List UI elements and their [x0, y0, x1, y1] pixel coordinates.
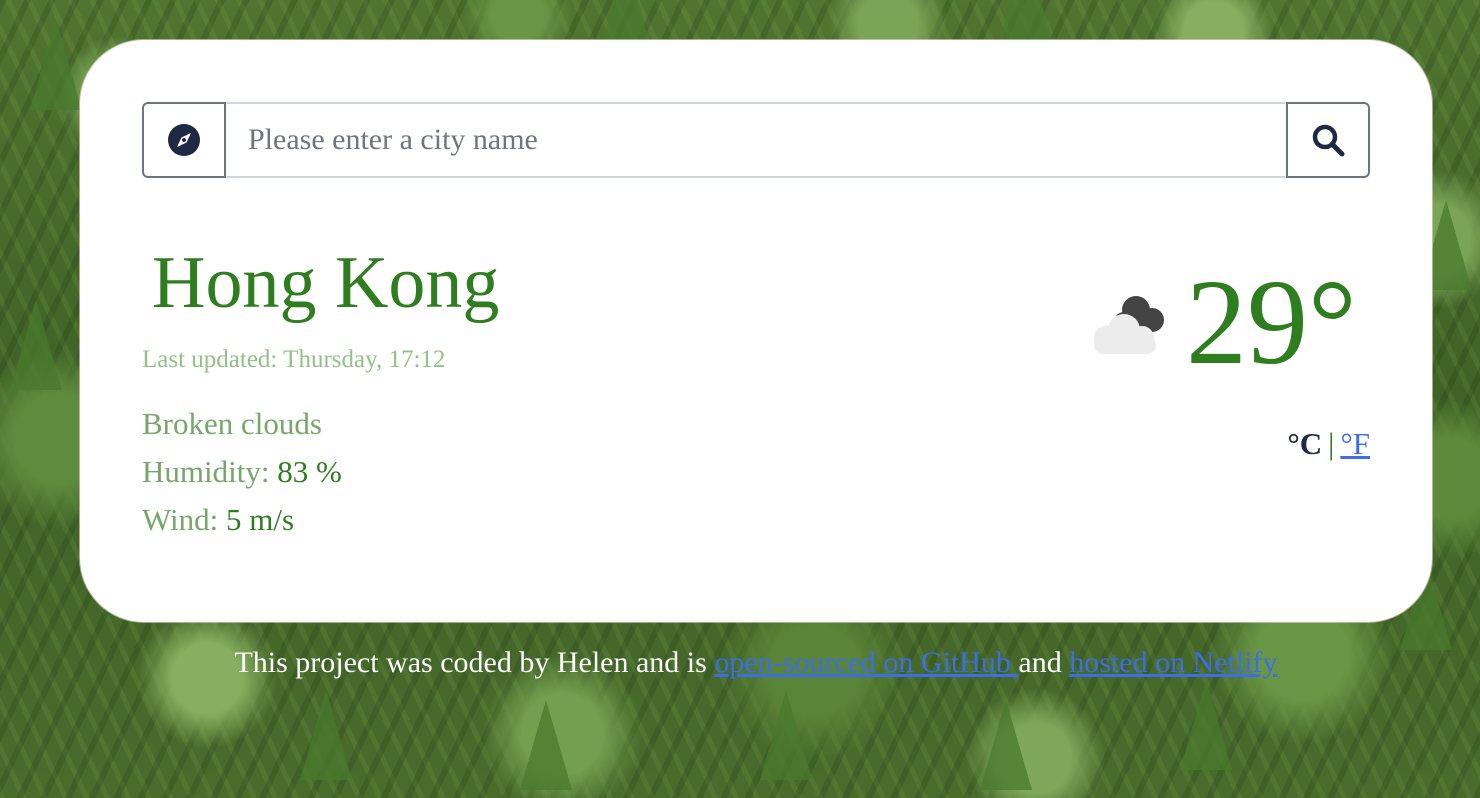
footer-text: This project was coded by Helen and is	[234, 646, 715, 679]
last-updated-time: Last updated: Thursday, 17:12	[142, 346, 446, 373]
weather-details: Broken clouds Humidity: 83 % Wind: 5 m/s	[142, 400, 342, 544]
humidity-value: 83 %	[277, 454, 342, 489]
search-form	[142, 102, 1370, 178]
city-search-input[interactable]	[226, 102, 1286, 178]
weather-card: Hong Kong Last updated: Thursday, 17:12 …	[80, 40, 1432, 622]
celsius-unit[interactable]: °C	[1287, 426, 1322, 461]
unit-toggle: °C | °F	[1287, 426, 1370, 462]
humidity-row: Humidity: 83 %	[142, 448, 342, 496]
fahrenheit-link[interactable]: °F	[1340, 426, 1370, 461]
wind-row: Wind: 5 m/s	[142, 496, 342, 544]
weather-description: Broken clouds	[142, 406, 322, 441]
humidity-label: Humidity:	[142, 454, 278, 489]
current-location-button[interactable]	[142, 102, 226, 178]
search-icon	[1312, 124, 1345, 157]
footer-text-middle: and	[1018, 646, 1070, 679]
github-link[interactable]: open-sourced on GitHub	[714, 646, 1018, 679]
netlify-link[interactable]: hosted on Netlify	[1069, 646, 1277, 679]
footer: This project was coded by Helen and is o…	[0, 646, 1480, 680]
city-name: Hong Kong	[152, 242, 500, 324]
wind-value: 5 m/s	[226, 502, 295, 537]
search-button[interactable]	[1286, 102, 1370, 178]
broken-clouds-icon	[1094, 296, 1164, 354]
wind-label: Wind:	[142, 502, 226, 537]
temperature-value: 29°	[1186, 255, 1357, 390]
compass-icon	[168, 124, 200, 156]
unit-separator: |	[1328, 426, 1335, 461]
